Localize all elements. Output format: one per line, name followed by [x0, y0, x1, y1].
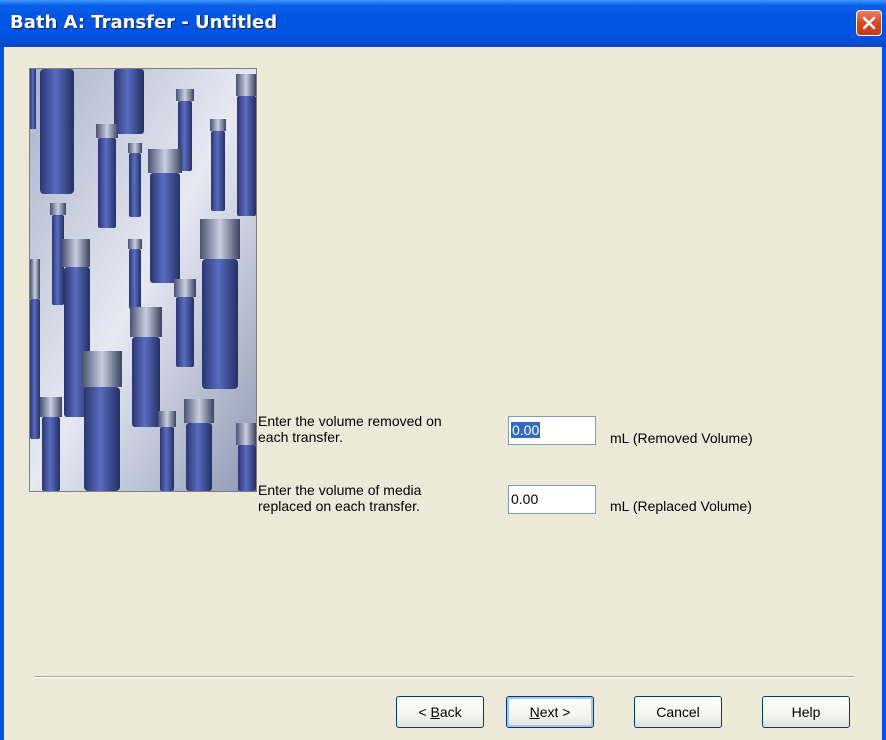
replaced-volume-unit: mL (Replaced Volume): [610, 498, 752, 514]
next-label-accesskey: N: [529, 704, 540, 720]
replaced-volume-label: Enter the volume of media replaced on ea…: [258, 482, 422, 514]
back-label-accesskey: B: [430, 704, 440, 720]
replaced-volume-value: 0.00: [511, 491, 539, 507]
removed-volume-value: 0.00: [511, 422, 541, 438]
replaced-volume-input[interactable]: 0.00: [508, 485, 596, 514]
removed-volume-label: Enter the volume removed on each transfe…: [258, 413, 442, 445]
help-button[interactable]: Help: [762, 696, 850, 728]
next-button[interactable]: Next >: [506, 696, 594, 728]
window-title: Bath A: Transfer - Untitled: [10, 12, 278, 33]
vials-image: [30, 69, 256, 491]
wizard-dialog: Bath A: Transfer - Untitled Enter the vo…: [0, 0, 886, 740]
cancel-button[interactable]: Cancel: [634, 696, 722, 728]
close-button[interactable]: [856, 10, 882, 36]
removed-volume-input[interactable]: 0.00: [508, 416, 596, 445]
cancel-label: Cancel: [656, 704, 700, 720]
removed-volume-unit: mL (Removed Volume): [610, 430, 753, 446]
help-label: Help: [791, 704, 821, 720]
button-separator: [34, 676, 854, 678]
back-label-rest: ack: [439, 704, 462, 720]
back-button[interactable]: < Back: [396, 696, 484, 728]
close-icon: [862, 16, 876, 30]
next-label-rest: ext >: [539, 704, 571, 720]
vials-illustration: [29, 68, 257, 492]
back-label-prefix: <: [418, 704, 431, 720]
title-bar[interactable]: Bath A: Transfer - Untitled: [0, 0, 886, 47]
